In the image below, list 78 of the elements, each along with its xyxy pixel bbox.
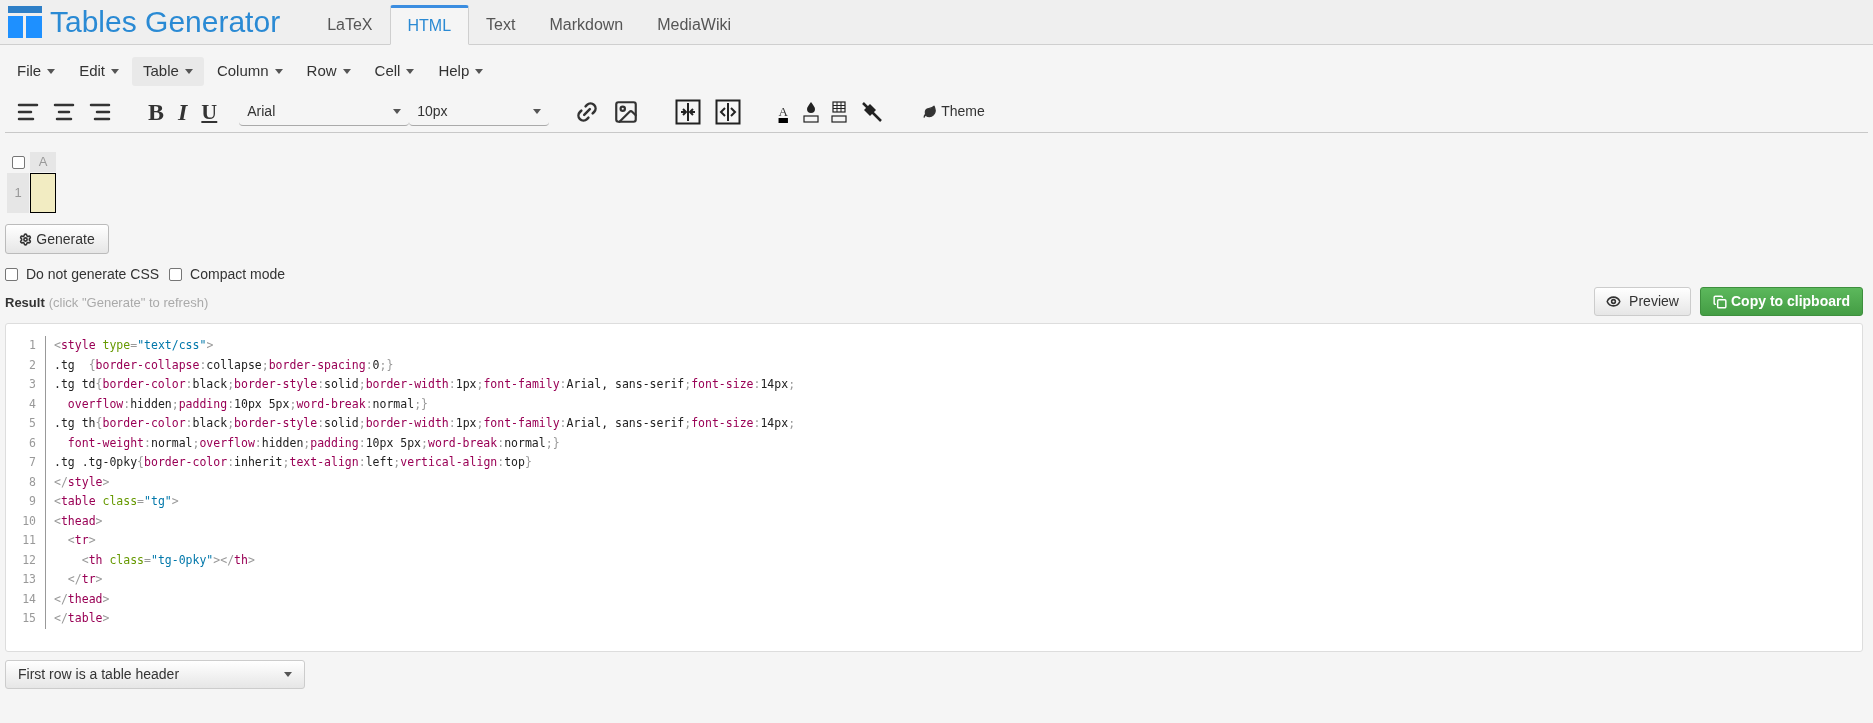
option-checkbox[interactable] bbox=[5, 268, 18, 281]
menu-item[interactable]: Table bbox=[132, 57, 204, 86]
line-number: 9 bbox=[6, 492, 46, 512]
font-color-button[interactable]: A bbox=[775, 105, 792, 118]
generate-button[interactable]: Generate bbox=[5, 224, 109, 254]
line-number: 14 bbox=[6, 589, 46, 609]
line-number: 5 bbox=[6, 414, 46, 434]
code-line: <table class="tg"> bbox=[54, 493, 179, 511]
line-number: 4 bbox=[6, 394, 46, 414]
code-line: .tg {border-collapse:collapse;border-spacing:0;} bbox=[54, 356, 394, 374]
menu-item[interactable]: Help bbox=[427, 57, 495, 86]
format-tab[interactable]: LaTeX bbox=[310, 5, 390, 45]
menu-item[interactable]: Cell bbox=[363, 57, 426, 86]
caret-icon bbox=[475, 69, 484, 74]
merge-cells-icon[interactable] bbox=[675, 98, 702, 125]
caret-icon bbox=[406, 69, 415, 74]
line-number: 7 bbox=[6, 453, 46, 473]
table-cell[interactable] bbox=[30, 173, 56, 213]
menu-item[interactable]: Edit bbox=[68, 57, 131, 86]
table-logo-icon bbox=[8, 5, 42, 38]
option-checkbox[interactable] bbox=[169, 268, 183, 281]
font-dropdown[interactable]: Arial bbox=[239, 97, 410, 126]
line-number: 12 bbox=[6, 550, 46, 570]
split-cells-icon[interactable] bbox=[715, 98, 742, 125]
line-number: 13 bbox=[6, 570, 46, 590]
menu-item[interactable]: File bbox=[6, 57, 67, 86]
header-row-dropdown[interactable]: First row is a table header bbox=[5, 660, 305, 689]
line-number: 1 bbox=[6, 336, 46, 356]
result-hint: (click "Generate" to refresh) bbox=[48, 293, 209, 312]
code-line: </style> bbox=[54, 473, 110, 491]
caret-icon bbox=[342, 69, 351, 74]
size-dropdown[interactable]: 10px bbox=[409, 97, 550, 126]
caret-icon bbox=[393, 108, 402, 114]
format-tab[interactable]: Markdown bbox=[532, 5, 641, 45]
theme-button[interactable]: Theme bbox=[923, 101, 985, 122]
underline-button[interactable]: U bbox=[201, 95, 218, 128]
option-label[interactable]: Do not generate CSS bbox=[26, 264, 160, 285]
image-icon[interactable] bbox=[613, 98, 640, 125]
line-number: 2 bbox=[6, 355, 46, 375]
format-tab[interactable]: Text bbox=[469, 5, 533, 45]
bold-button[interactable]: B bbox=[148, 93, 164, 130]
caret-icon bbox=[284, 672, 292, 677]
italic-button[interactable]: I bbox=[178, 93, 188, 130]
eye-icon bbox=[1606, 294, 1622, 309]
line-number: 6 bbox=[6, 433, 46, 453]
leaf-icon bbox=[923, 104, 938, 119]
caret-icon bbox=[184, 69, 193, 74]
format-tab[interactable]: MediaWiki bbox=[640, 5, 749, 45]
menu-item[interactable]: Column bbox=[205, 57, 294, 86]
code-line: </table> bbox=[54, 610, 110, 628]
gears-icon bbox=[19, 232, 33, 246]
caret-icon bbox=[47, 69, 56, 74]
line-number: 10 bbox=[6, 511, 46, 531]
code-line: </tr> bbox=[66, 571, 103, 589]
line-number: 8 bbox=[6, 472, 46, 492]
caret-icon bbox=[111, 69, 120, 74]
code-line: .tg td{border-color:black;border-style:solid;border-width:1px;font-family:Arial, sans-serif;font-size:14px; bbox=[54, 376, 796, 394]
code-line: font-weight:normal;overflow:hidden;padding:10px 5px;word-break:normal;} bbox=[66, 434, 560, 452]
code-line: <style type="text/css"> bbox=[54, 337, 214, 355]
result-title: Result bbox=[5, 293, 45, 312]
copy-icon bbox=[1713, 294, 1727, 309]
line-number: 3 bbox=[6, 375, 46, 395]
code-line: overflow:hidden;padding:10px 5px;word-break:normal;} bbox=[66, 395, 428, 413]
code-line: <thead> bbox=[54, 512, 103, 530]
border-color-icon[interactable] bbox=[831, 99, 848, 124]
option-label[interactable]: Compact mode bbox=[190, 264, 286, 285]
code-line: .tg th{border-color:black;border-style:solid;border-width:1px;font-family:Arial, sans-serif;font-size:14px; bbox=[54, 415, 796, 433]
line-number: 11 bbox=[6, 531, 46, 551]
menu-item[interactable]: Row bbox=[295, 57, 362, 86]
caret-icon bbox=[533, 108, 542, 114]
select-all-checkbox[interactable] bbox=[11, 155, 25, 169]
preview-button[interactable]: Preview bbox=[1594, 287, 1691, 316]
caret-icon bbox=[274, 69, 283, 74]
code-line: </thead> bbox=[54, 590, 110, 608]
code-line: .tg .tg-0pky{border-color:inherit;text-align:left;vertical-align:top} bbox=[54, 454, 532, 472]
code-line: <tr> bbox=[66, 532, 96, 550]
line-number: 15 bbox=[6, 609, 46, 629]
code-line: <th class="tg-0pky"></th> bbox=[80, 551, 255, 569]
